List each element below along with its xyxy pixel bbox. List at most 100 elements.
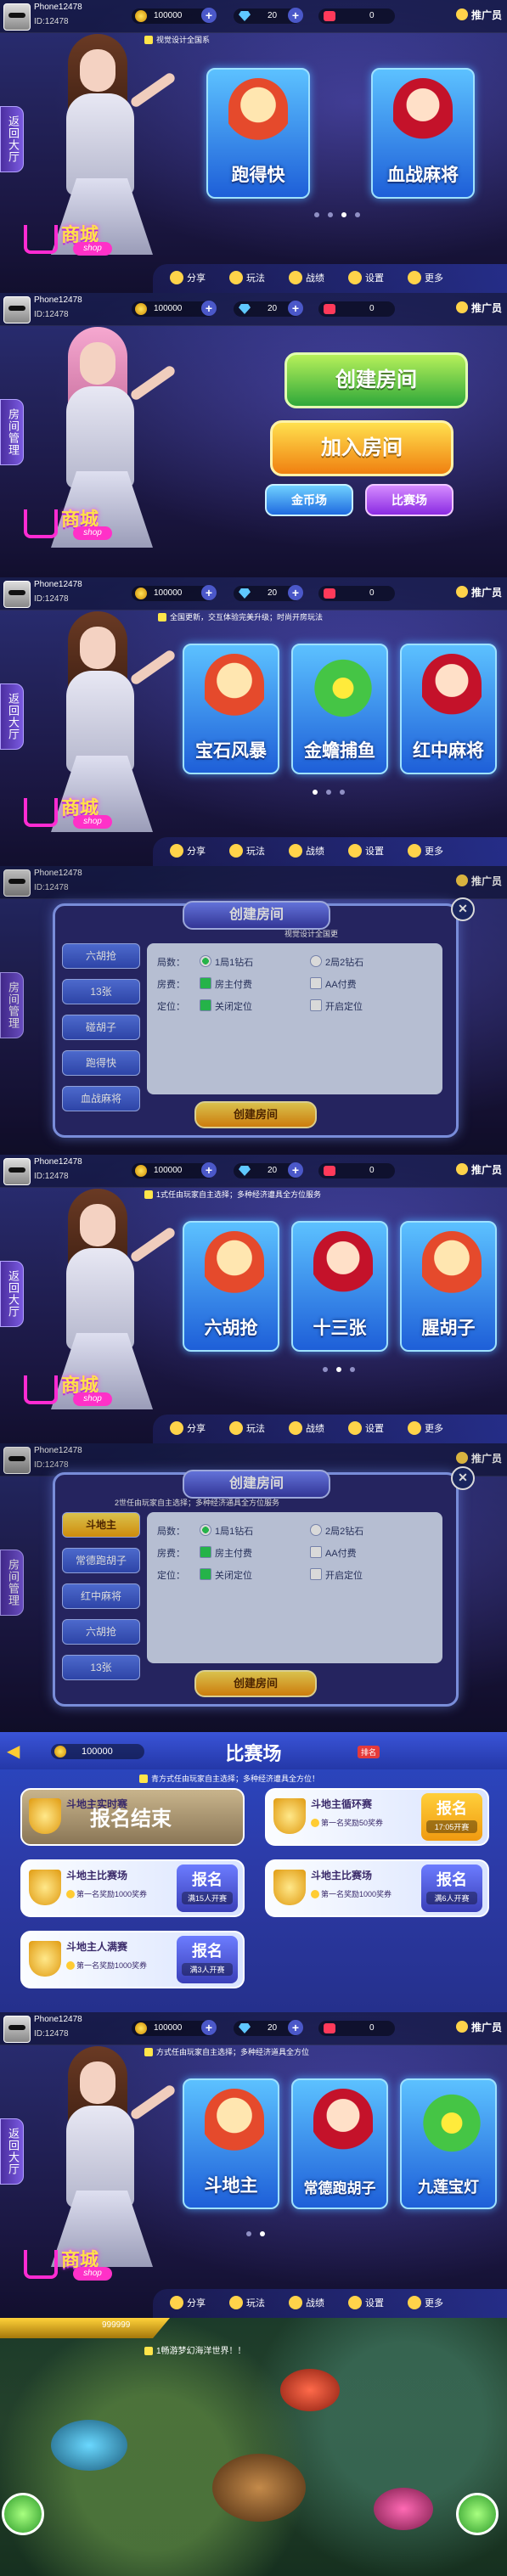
nav-record[interactable]: 战绩 [289, 271, 324, 284]
plus-icon[interactable]: + [288, 8, 303, 23]
promoter-button[interactable]: 推广员 [455, 874, 502, 888]
page-dot[interactable] [328, 212, 333, 217]
page-dot[interactable] [326, 790, 331, 795]
page-dot[interactable] [323, 1367, 328, 1372]
promoter-button[interactable]: 推广员 [455, 8, 502, 22]
nav-settings[interactable]: 设置 [348, 1421, 384, 1435]
option-2-round[interactable]: 2局2钻石 [310, 955, 363, 969]
cannon-minus-button[interactable] [2, 2493, 44, 2535]
nav-rules[interactable]: 玩法 [229, 271, 265, 284]
nav-record[interactable]: 战绩 [289, 2296, 324, 2309]
close-icon[interactable]: ✕ [451, 897, 475, 921]
return-lobby-tab[interactable]: 返回大厅 [0, 2118, 24, 2185]
game-card-jiulian-baodeng[interactable]: 九莲宝灯 [400, 2078, 497, 2209]
game-card-toad-fishing[interactable]: 金蟾捕鱼 [291, 644, 388, 774]
page-dot[interactable] [340, 790, 345, 795]
promoter-button[interactable]: 推广员 [455, 2020, 502, 2034]
signup-button[interactable]: 报名 满3人开赛 [177, 1936, 238, 1983]
game-card-xuezhan[interactable]: 血战麻将 [371, 68, 475, 199]
nav-settings[interactable]: 设置 [348, 844, 384, 858]
avatar[interactable] [3, 2016, 31, 2043]
plus-icon[interactable]: + [288, 301, 303, 316]
shop-button[interactable]: 商城 shop [24, 1370, 117, 1415]
avatar[interactable] [3, 3, 31, 31]
create-room-confirm-button[interactable]: 创建房间 [194, 1670, 317, 1697]
tab-13zhang[interactable]: 13张 [62, 1655, 140, 1680]
nav-record[interactable]: 战绩 [289, 844, 324, 858]
plus-icon[interactable]: + [201, 1162, 217, 1178]
page-dot[interactable] [246, 2231, 251, 2236]
tab-paodekuai[interactable]: 跑得快 [62, 1050, 140, 1076]
cannon-plus-button[interactable] [456, 2493, 499, 2535]
return-lobby-tab[interactable]: 返回大厅 [0, 683, 24, 750]
game-card-hongzhong[interactable]: 红中麻将 [400, 644, 497, 774]
game-card-xinghuzi[interactable]: 腥胡子 [400, 1221, 497, 1352]
nav-record[interactable]: 战绩 [289, 1421, 324, 1435]
close-icon[interactable]: ✕ [451, 1466, 475, 1490]
nav-share[interactable]: 分享 [170, 271, 206, 284]
promoter-button[interactable]: 推广员 [455, 301, 502, 315]
page-dot[interactable] [336, 1367, 341, 1372]
page-dot[interactable] [260, 2231, 265, 2236]
option-location-on[interactable]: 开启定位 [310, 999, 363, 1013]
return-lobby-tab[interactable]: 返回大厅 [0, 1261, 24, 1327]
plus-icon[interactable]: + [201, 301, 217, 316]
return-lobby-tab[interactable]: 返回大厅 [0, 106, 24, 172]
game-card-gem-storm[interactable]: 宝石风暴 [183, 644, 279, 774]
match-card-3[interactable]: 斗地主人满赛 第一名奖励1000奖券 报名 满3人开赛 [20, 1931, 245, 1988]
option-aa-pay[interactable]: AA付费 [310, 1546, 357, 1560]
room-manage-tab[interactable]: 房间管理 [0, 972, 24, 1038]
create-room-button[interactable]: 创建房间 [284, 352, 468, 408]
create-room-confirm-button[interactable]: 创建房间 [194, 1101, 317, 1128]
avatar[interactable] [3, 1158, 31, 1185]
promoter-button[interactable]: 推广员 [455, 585, 502, 599]
page-dot[interactable] [314, 212, 319, 217]
avatar[interactable] [3, 869, 31, 897]
page-dot[interactable] [355, 212, 360, 217]
nav-share[interactable]: 分享 [170, 1421, 206, 1435]
game-card-paodekuai[interactable]: 跑得快 [206, 68, 310, 199]
gold-field-button[interactable]: 金币场 [265, 484, 353, 516]
option-aa-pay[interactable]: AA付费 [310, 977, 357, 991]
game-card-doudizhu[interactable]: 斗地主 [183, 2078, 279, 2209]
nav-more[interactable]: 更多 [408, 1421, 443, 1435]
tab-liuhuqiang[interactable]: 六胡抢 [62, 1619, 140, 1645]
option-owner-pay[interactable]: 房主付费 [200, 1546, 252, 1560]
nav-more[interactable]: 更多 [408, 844, 443, 858]
tab-liuhuqiang[interactable]: 六胡抢 [62, 943, 140, 969]
shop-button[interactable]: 商城 shop [24, 793, 117, 837]
plus-icon[interactable]: + [288, 1162, 303, 1178]
game-card-shisanzhang[interactable]: 十三张 [291, 1221, 388, 1352]
nav-more[interactable]: 更多 [408, 271, 443, 284]
game-card-changde-paohuzi[interactable]: 常德跑胡子 [291, 2078, 388, 2209]
signup-button[interactable]: 报名 满6人开赛 [421, 1865, 482, 1912]
nav-rules[interactable]: 玩法 [229, 2296, 265, 2309]
tab-changde-paohuzi[interactable]: 常德跑胡子 [62, 1548, 140, 1573]
match-card-6[interactable]: 斗地主比赛场 第一名奖励1000奖券 报名 满6人开赛 [265, 1859, 489, 1917]
avatar[interactable] [3, 296, 31, 323]
nav-settings[interactable]: 设置 [348, 271, 384, 284]
fish-creature[interactable] [51, 2420, 127, 2471]
room-manage-tab[interactable]: 房间管理 [0, 1550, 24, 1616]
option-2-round[interactable]: 2局2钻石 [310, 1524, 363, 1538]
shop-button[interactable]: 商城 shop [24, 504, 117, 548]
nav-rules[interactable]: 玩法 [229, 1421, 265, 1435]
nav-rules[interactable]: 玩法 [229, 844, 265, 858]
option-owner-pay[interactable]: 房主付费 [200, 977, 252, 991]
page-dot[interactable] [350, 1367, 355, 1372]
page-dot[interactable] [341, 212, 346, 217]
page-dot[interactable] [313, 790, 318, 795]
fish-creature[interactable] [212, 2454, 306, 2522]
game-card-liuhuqiang[interactable]: 六胡抢 [183, 1221, 279, 1352]
tab-hongzhong[interactable]: 红中麻将 [62, 1583, 140, 1609]
plus-icon[interactable]: + [288, 2020, 303, 2035]
plus-icon[interactable]: + [201, 585, 217, 600]
room-manage-tab[interactable]: 房间管理 [0, 399, 24, 465]
match-card-loop[interactable]: 斗地主循环赛 第一名奖励50奖券 报名 17:05开赛 [265, 1788, 489, 1846]
option-location-off[interactable]: 关闭定位 [200, 999, 252, 1013]
tab-13zhang[interactable]: 13张 [62, 979, 140, 1004]
promoter-button[interactable]: 推广员 [455, 1451, 502, 1465]
plus-icon[interactable]: + [201, 8, 217, 23]
nav-share[interactable]: 分享 [170, 844, 206, 858]
avatar[interactable] [3, 581, 31, 608]
